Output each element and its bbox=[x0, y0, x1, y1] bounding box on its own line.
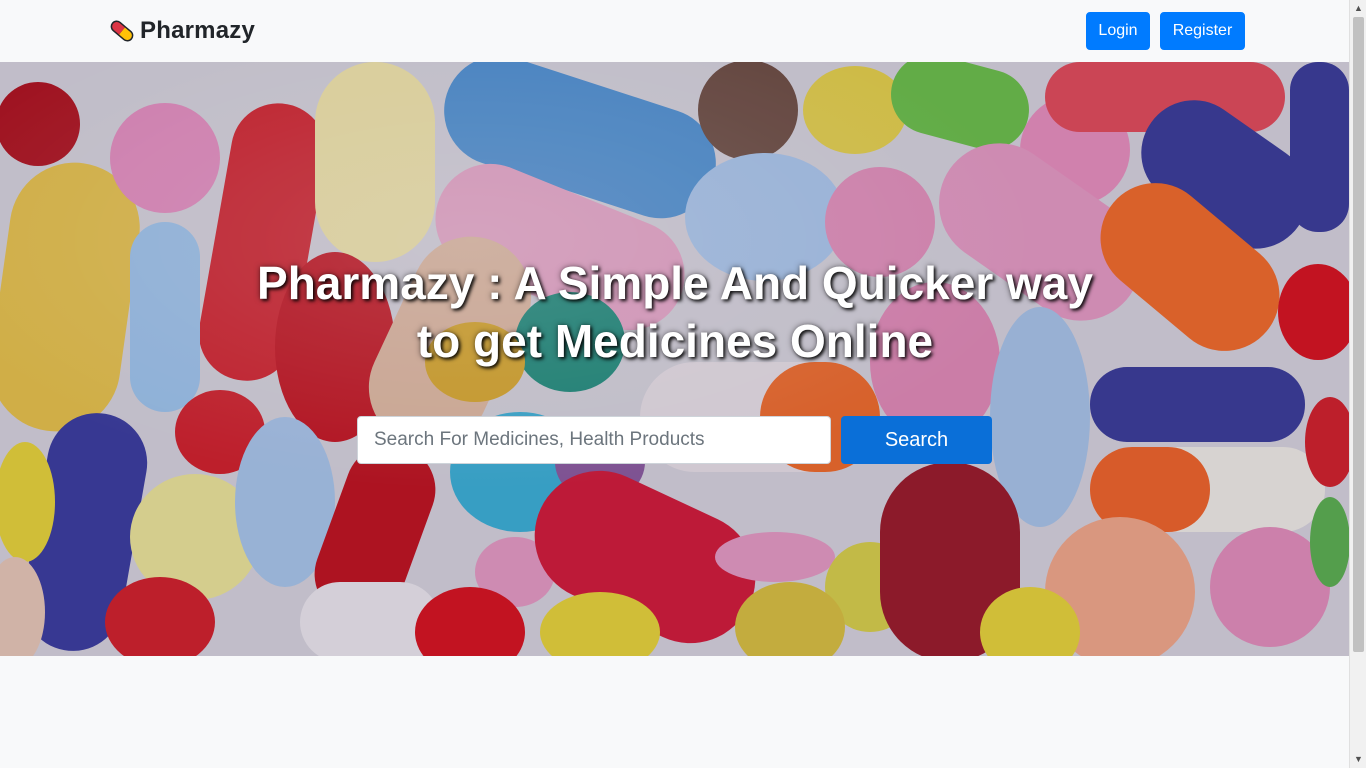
hero-banner: Pharmazy : A Simple And Quicker way to g… bbox=[0, 62, 1349, 656]
hero-title: Pharmazy : A Simple And Quicker way to g… bbox=[200, 254, 1150, 370]
scrollbar-thumb[interactable] bbox=[1353, 17, 1364, 652]
search-input[interactable] bbox=[357, 416, 831, 464]
scroll-down-icon[interactable]: ▼ bbox=[1350, 751, 1366, 768]
search-button[interactable]: Search bbox=[841, 416, 992, 464]
hero-title-line1: Pharmazy : A Simple And Quicker way bbox=[257, 257, 1093, 309]
brand-link[interactable]: Pharmazy bbox=[107, 16, 255, 46]
register-button[interactable]: Register bbox=[1160, 12, 1245, 50]
pill-icon bbox=[110, 20, 134, 42]
page-scrollbar[interactable]: ▲ ▼ bbox=[1349, 0, 1366, 768]
brand-name: Pharmazy bbox=[140, 17, 255, 44]
navbar: Pharmazy Login Register bbox=[0, 0, 1349, 62]
login-button[interactable]: Login bbox=[1086, 12, 1150, 50]
scroll-up-icon[interactable]: ▲ bbox=[1350, 0, 1366, 17]
hero-title-line2: to get Medicines Online bbox=[416, 315, 934, 367]
